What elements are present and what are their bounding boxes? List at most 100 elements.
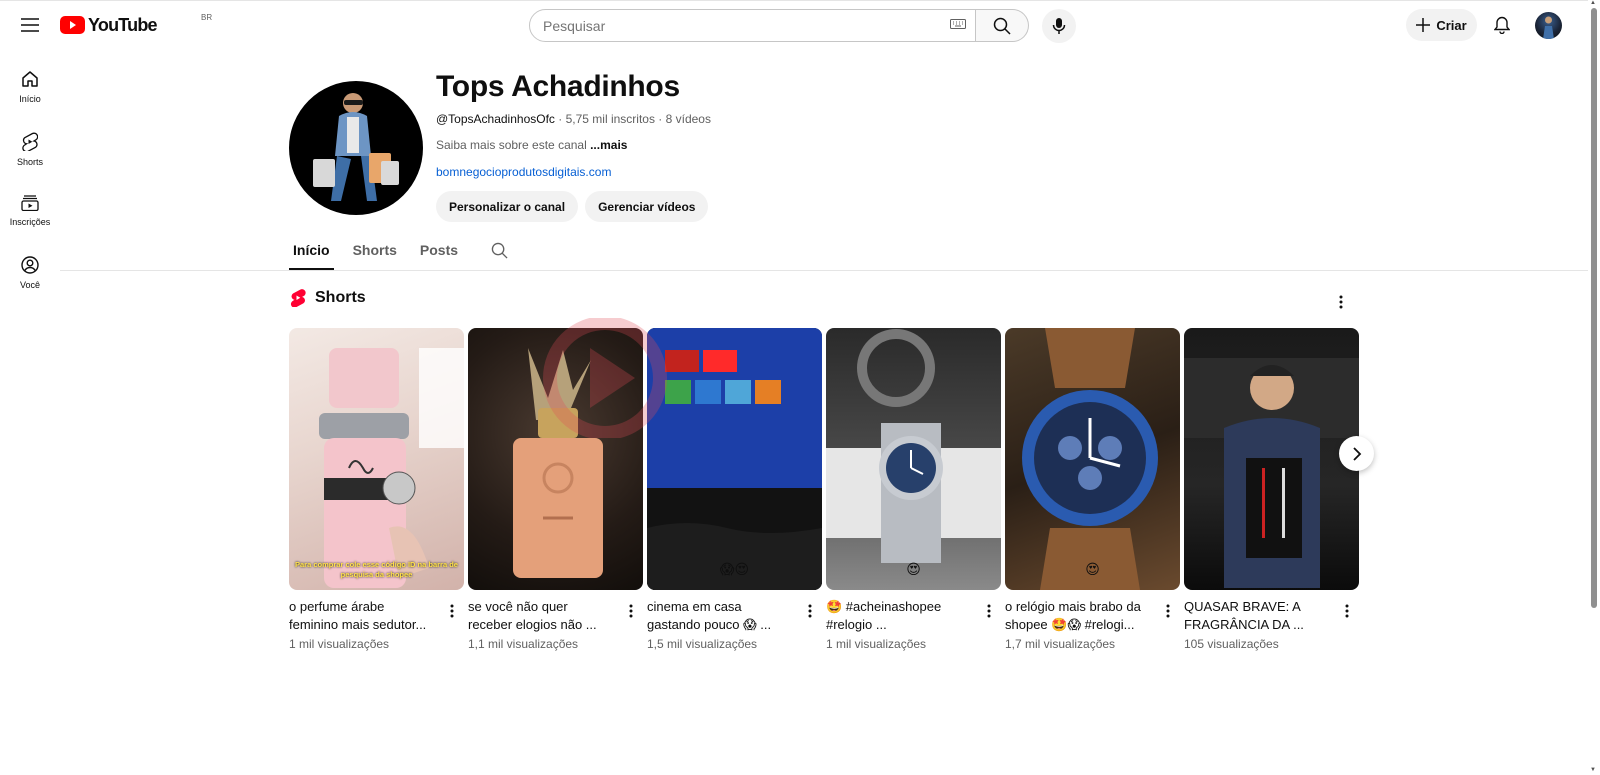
- tab-shorts[interactable]: Shorts: [349, 236, 401, 270]
- shorts-shelf-header: Shorts: [290, 288, 366, 307]
- short-overlay-emoji: 😍: [1085, 561, 1100, 577]
- short-title[interactable]: se você não quer receber elogios não ...: [468, 598, 613, 634]
- sidebar-item-label: Você: [19, 280, 41, 290]
- short-thumbnail[interactable]: 😍: [1005, 328, 1180, 590]
- wristwatch-image-icon: [826, 329, 1001, 563]
- account-avatar[interactable]: [1535, 12, 1562, 39]
- keyboard-icon[interactable]: [950, 18, 966, 30]
- short-thumbnail[interactable]: [468, 328, 643, 590]
- short-views: 1,5 mil visualizações: [647, 637, 758, 651]
- avatar-figure-icon: [1543, 16, 1554, 39]
- channel-meta: @TopsAchadinhosOfc · 5,75 mil inscritos …: [436, 112, 711, 126]
- short-views: 105 visualizações: [1184, 637, 1279, 651]
- youtube-logo[interactable]: YouTube BR: [60, 13, 212, 36]
- projector-screen-image-icon: [647, 328, 822, 590]
- shelf-title: Shorts: [315, 288, 366, 306]
- customize-channel-button[interactable]: Personalizar o canal: [436, 191, 579, 222]
- scroll-down-arrow[interactable]: ▼: [1590, 767, 1596, 773]
- wristwatch-image-icon: [1022, 328, 1158, 590]
- search-button[interactable]: [976, 9, 1029, 42]
- scroll-up-arrow[interactable]: ▲: [1590, 0, 1596, 6]
- short-title[interactable]: QUASAR BRAVE: A FRAGRÂNCIA DA ...: [1184, 598, 1329, 634]
- search-icon: [993, 17, 1011, 35]
- shorts-logo-icon: [290, 289, 306, 307]
- short-views: 1,1 mil visualizações: [468, 637, 579, 651]
- channel-description[interactable]: Saiba mais sobre este canal ...mais: [436, 138, 627, 152]
- shelf-next-button[interactable]: [1339, 436, 1374, 471]
- voice-search-button[interactable]: [1042, 9, 1076, 43]
- short-info: o relógio mais brabo da shopee 🤩😱 #relog…: [1005, 598, 1180, 652]
- manage-videos-button[interactable]: Gerenciar vídeos: [585, 191, 709, 222]
- short-info: se você não quer receber elogios não ...…: [468, 598, 643, 652]
- short-thumbnail[interactable]: 😱😍: [647, 328, 822, 590]
- channel-external-link[interactable]: bomnegocioprodutosdigitais.com: [436, 165, 611, 179]
- more-vert-icon: [1339, 295, 1343, 309]
- perfume-bottle-image-icon: [319, 348, 464, 588]
- search-input[interactable]: [543, 17, 923, 34]
- short-overlay-emoji: 😱😍: [719, 561, 750, 577]
- menu-button[interactable]: [10, 5, 50, 45]
- tab-posts[interactable]: Posts: [416, 236, 462, 270]
- short-card[interactable]: 😍 🤩 #acheinashopee #relogio ... 1 mil vi…: [826, 328, 1001, 652]
- more-vert-icon: [987, 604, 991, 618]
- sidebar-item-label: Inscrições: [9, 217, 51, 227]
- channel-handle: @TopsAchadinhosOfc: [436, 112, 555, 126]
- short-card[interactable]: Para comprar cole esse código ID na barr…: [289, 328, 464, 652]
- sidebar-item-you[interactable]: Você: [0, 242, 60, 304]
- short-title[interactable]: o perfume árabe feminino mais sedutor...: [289, 598, 434, 634]
- description-text: Saiba mais sobre este canal: [436, 138, 591, 152]
- plus-icon: [1416, 18, 1431, 32]
- short-thumbnail[interactable]: Para comprar cole esse código ID na barr…: [289, 328, 464, 590]
- channel-actions: Personalizar o canal Gerenciar vídeos: [436, 191, 709, 222]
- sidebar-item-subscriptions[interactable]: Inscrições: [0, 180, 60, 242]
- short-card[interactable]: 😱😍 cinema em casa gastando pouco 😱 ... 1…: [647, 328, 822, 652]
- short-info: cinema em casa gastando pouco 😱 ... 1,5 …: [647, 598, 822, 652]
- short-info: 🤩 #acheinashopee #relogio ... 1 mil visu…: [826, 598, 1001, 652]
- short-overlay-emoji: 😍: [906, 561, 921, 577]
- short-options-button[interactable]: [802, 599, 818, 623]
- shelf-options-button[interactable]: [1329, 290, 1353, 314]
- short-options-button[interactable]: [1339, 599, 1355, 623]
- short-options-button[interactable]: [444, 599, 460, 623]
- sidebar-item-label: Shorts: [16, 156, 43, 167]
- short-title[interactable]: o relógio mais brabo da shopee 🤩😱 #relog…: [1005, 598, 1150, 634]
- short-options-button[interactable]: [1160, 599, 1176, 623]
- channel-avatar-figure-icon: [313, 93, 399, 201]
- create-button[interactable]: Criar: [1406, 9, 1477, 41]
- short-title[interactable]: cinema em casa gastando pouco 😱 ...: [647, 598, 792, 634]
- hamburger-icon: [21, 18, 39, 32]
- more-vert-icon: [450, 604, 454, 618]
- sidebar-item-label: Início: [19, 94, 41, 104]
- more-vert-icon: [629, 604, 633, 618]
- mini-guide: Início Shorts Inscrições Você: [0, 56, 60, 304]
- you-icon: [21, 256, 39, 274]
- chevron-right-icon: [1352, 446, 1361, 461]
- tab-home[interactable]: Início: [289, 236, 334, 270]
- short-title[interactable]: 🤩 #acheinashopee #relogio ...: [826, 598, 971, 634]
- channel-avatar: [289, 81, 423, 215]
- sidebar-item-shorts[interactable]: Shorts: [0, 118, 60, 180]
- short-card[interactable]: se você não quer receber elogios não ...…: [468, 328, 643, 652]
- more-vert-icon: [1166, 604, 1170, 618]
- scrollbar-thumb[interactable]: [1591, 8, 1597, 608]
- more-vert-icon: [1345, 604, 1349, 618]
- short-thumbnail[interactable]: [1184, 328, 1359, 590]
- short-options-button[interactable]: [981, 599, 997, 623]
- channel-tabs: Início Shorts Posts: [289, 236, 508, 270]
- short-options-button[interactable]: [623, 599, 639, 623]
- man-with-perfume-image-icon: [1184, 358, 1359, 588]
- sidebar-item-home[interactable]: Início: [0, 56, 60, 118]
- notifications-button[interactable]: [1482, 5, 1522, 45]
- bell-icon: [1494, 16, 1510, 34]
- short-card[interactable]: 😍 o relógio mais brabo da shopee 🤩😱 #rel…: [1005, 328, 1180, 652]
- channel-search-button[interactable]: [491, 236, 508, 264]
- search-box[interactable]: [529, 9, 976, 42]
- short-thumbnail[interactable]: 😍: [826, 328, 1001, 590]
- perfume-bottle-image-icon: [513, 348, 603, 578]
- shorts-icon: [22, 132, 38, 151]
- home-icon: [22, 71, 38, 87]
- short-card[interactable]: QUASAR BRAVE: A FRAGRÂNCIA DA ... 105 vi…: [1184, 328, 1359, 652]
- page-scrollbar[interactable]: ▲ ▼: [1588, 0, 1600, 775]
- more-link[interactable]: ...mais: [590, 138, 627, 152]
- short-views: 1,7 mil visualizações: [1005, 637, 1116, 651]
